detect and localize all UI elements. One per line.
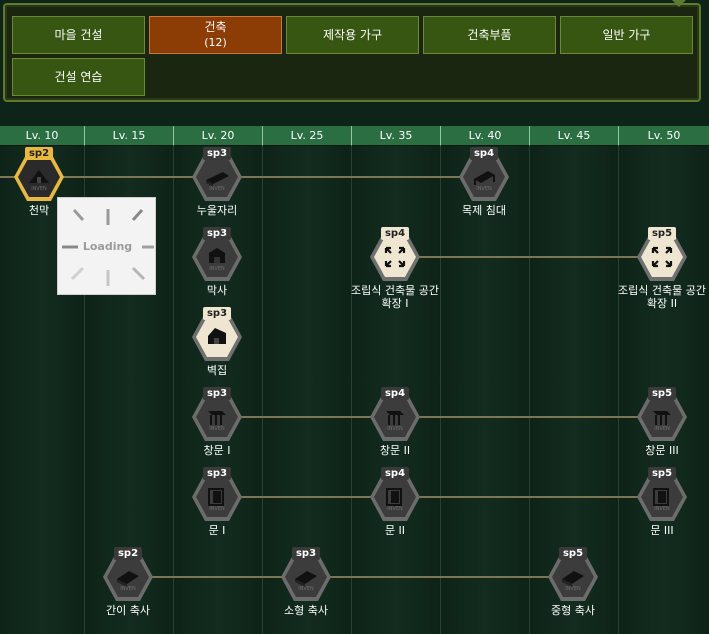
tree-connector [217,416,663,418]
panel-corner-ornament [672,0,686,7]
skill-node-door-2[interactable]: INVEN sp4 [370,467,420,521]
tab-label: 건축 [204,20,227,34]
skill-node-label: 창문 I [203,444,231,457]
skill-node-window-1[interactable]: INVEN sp3 [192,387,242,441]
skill-node-door-1[interactable]: INVEN sp3 [192,467,242,521]
level-column-header: Lv. 45 [529,126,618,146]
skill-node-label: 간이 축사 [106,604,150,617]
level-column-header: Lv. 40 [440,126,529,146]
tab-construction-practice[interactable]: 건설 연습 [12,58,145,96]
loading-text: Loading [82,240,133,253]
svg-text:INVEN: INVEN [120,586,136,592]
tab-crafting-furniture[interactable]: 제작용 가구 [286,16,419,54]
skill-point-badge: sp4 [470,147,498,160]
skill-point-badge: sp4 [381,467,409,480]
skill-node-label: 조립식 건축물 공간 확장 II [618,284,706,310]
svg-text:INVEN: INVEN [209,506,225,512]
tab-label: 건축부품 [467,27,512,42]
skill-point-badge: sp5 [648,387,676,400]
svg-text:INVEN: INVEN [476,186,492,192]
skill-point-badge: sp3 [292,547,320,560]
skill-node-label: 문 II [384,524,406,537]
svg-text:INVEN: INVEN [298,586,314,592]
skill-node-shed-medium[interactable]: INVEN sp5 [548,547,598,601]
level-column-header: Lv. 25 [262,126,351,146]
skill-point-badge: sp4 [381,387,409,400]
skill-point-badge: sp3 [203,467,231,480]
skill-point-badge: sp3 [203,147,231,160]
skill-node-maksa[interactable]: INVEN sp3 [192,227,242,281]
tab-architecture[interactable]: 건축 (12) [149,16,282,54]
skill-node-wood-bed[interactable]: INVEN sp4 [459,147,509,201]
tab-label: 제작용 가구 [322,27,382,42]
level-column-header: Lv. 15 [84,126,173,146]
skill-point-badge: sp3 [203,387,231,400]
skill-point-badge: sp5 [648,467,676,480]
skill-node-label: 창문 II [379,444,411,457]
svg-text:INVEN: INVEN [654,426,670,432]
level-column-header: Lv. 50 [618,126,709,146]
level-header: Lv. 10 Lv. 15 Lv. 20 Lv. 25 Lv. 35 Lv. 4… [0,126,709,146]
tab-building-parts[interactable]: 건축부품 [423,16,556,54]
level-column-header: Lv. 10 [0,126,84,146]
svg-text:INVEN: INVEN [565,586,581,592]
svg-text:INVEN: INVEN [387,426,403,432]
tab-label: 일반 가구 [602,27,651,42]
skill-node-label: 목제 침대 [462,204,506,217]
skill-node-label: 조립식 건축물 공간 확장 I [351,284,439,310]
svg-text:INVEN: INVEN [209,426,225,432]
level-column-header: Lv. 35 [351,126,440,146]
tab-label: 마을 건설 [54,27,103,42]
skill-node-label: 벽집 [206,364,228,377]
skill-node-label: 문 III [650,524,674,537]
skill-point-badge: sp3 [203,307,231,320]
skill-node-window-2[interactable]: INVEN sp4 [370,387,420,441]
tree-connector [0,176,485,178]
svg-text:INVEN: INVEN [654,506,670,512]
skill-node-door-3[interactable]: INVEN sp5 [637,467,687,521]
skill-node-label: 소형 축사 [284,604,328,617]
svg-text:INVEN: INVEN [209,186,225,192]
tree-connector [217,496,663,498]
skill-point-badge: sp5 [559,547,587,560]
tree-connector [395,256,663,258]
skill-node-tent[interactable]: INVEN sp2 [14,147,64,201]
skill-node-shed-simple[interactable]: INVEN sp2 [103,547,153,601]
tree-connector [128,576,574,578]
tab-village-construction[interactable]: 마을 건설 [12,16,145,54]
tab-label: 건설 연습 [54,69,103,84]
skill-node-byeokjip[interactable]: sp3 [192,307,242,361]
skill-node-window-3[interactable]: INVEN sp5 [637,387,687,441]
level-column-header: Lv. 20 [173,126,262,146]
skill-node-prefab-2[interactable]: sp5 [637,227,687,281]
skill-node-shed-small[interactable]: INVEN sp3 [281,547,331,601]
level-column [440,146,529,634]
svg-text:INVEN: INVEN [31,186,47,192]
svg-text:INVEN: INVEN [209,266,225,272]
svg-text:INVEN: INVEN [387,506,403,512]
skill-point-badge: sp2 [25,147,53,160]
tab-general-furniture[interactable]: 일반 가구 [560,16,693,54]
skill-point-badge: sp4 [381,227,409,240]
skill-node-label: 문 I [208,524,226,537]
skill-point-badge: sp5 [648,227,676,240]
skill-node-label: 막사 [206,284,228,297]
skill-point-badge: sp2 [114,547,142,560]
skill-node-label: 누울자리 [196,204,238,217]
skill-node-prefab-1[interactable]: sp4 [370,227,420,281]
skill-node-label: 중형 축사 [551,604,595,617]
loading-popup: Loading [57,197,156,295]
skill-node-label: 창문 III [645,444,679,457]
skill-point-badge: sp3 [203,227,231,240]
tab-count: (12) [204,36,227,49]
skill-node-nuul[interactable]: INVEN sp3 [192,147,242,201]
